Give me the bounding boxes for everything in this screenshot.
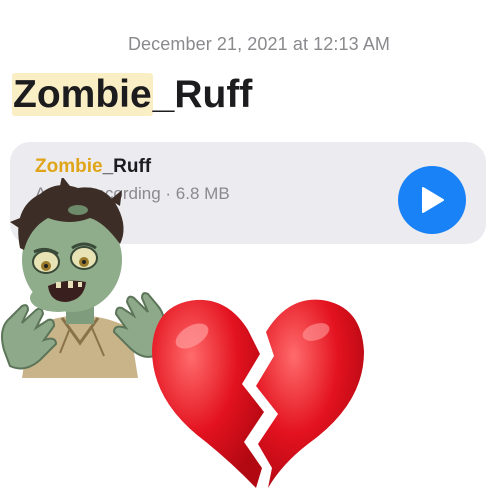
attachment-name-highlight: Zombie (35, 156, 103, 177)
note-view: December 21, 2021 at 12:13 AM Zombie_Ruf… (0, 0, 500, 500)
play-icon (422, 187, 444, 213)
broken-heart-emoji-icon (152, 299, 364, 488)
play-button[interactable] (398, 166, 466, 234)
zombie-emoji-icon (1, 178, 166, 378)
attachment-name: Zombie_Ruff (35, 156, 151, 178)
note-timestamp: December 21, 2021 at 12:13 AM (127, 34, 391, 54)
search-highlight: Zombie (12, 73, 153, 116)
note-title[interactable]: Zombie_Ruff (12, 70, 252, 120)
title-rest: _Ruff (152, 73, 253, 116)
attachment-name-rest: _Ruff (102, 156, 152, 177)
